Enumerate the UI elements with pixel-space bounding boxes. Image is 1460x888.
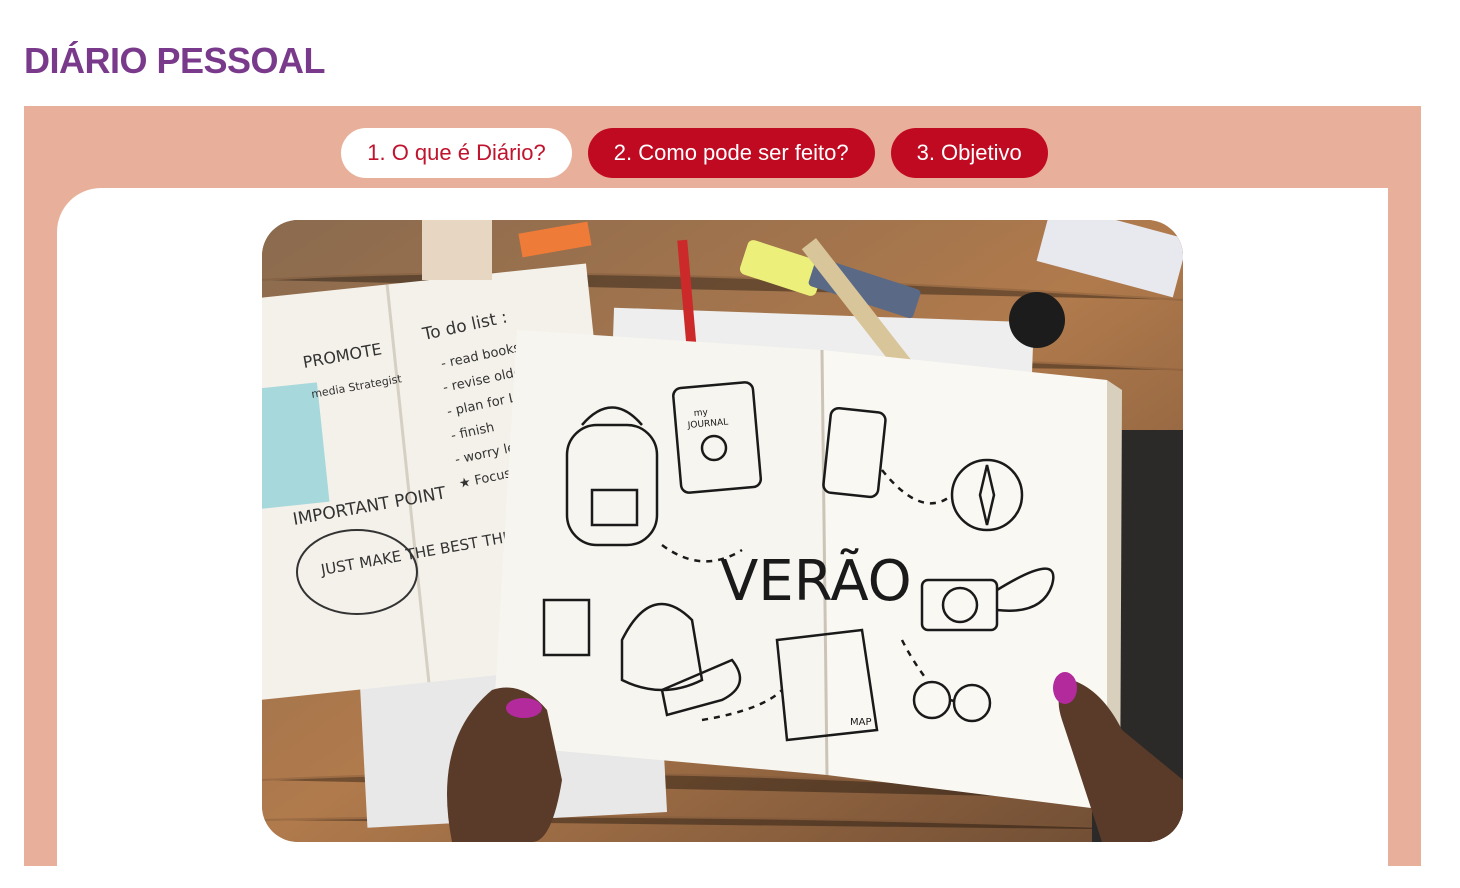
journal-photo: PROMOTE media Strategist IMPORTANT POINT… [262,220,1183,842]
tab-como-pode-ser-feito[interactable]: 2. Como pode ser feito? [587,128,875,178]
tab-content-card: PROMOTE media Strategist IMPORTANT POINT… [57,188,1388,888]
svg-text:MAP: MAP [850,717,872,728]
page-title: DIÁRIO PESSOAL [24,40,326,81]
tab-o-que-e-diario[interactable]: 1. O que é Diário? [341,128,572,178]
tab-objetivo[interactable]: 3. Objetivo [890,128,1048,178]
journal-title-text: VERÃO [720,549,912,614]
tab-bar: 1. O que é Diário? 2. Como pode ser feit… [24,128,1421,178]
content-panel: 1. O que é Diário? 2. Como pode ser feit… [24,106,1421,888]
svg-text:my: my [693,408,709,419]
